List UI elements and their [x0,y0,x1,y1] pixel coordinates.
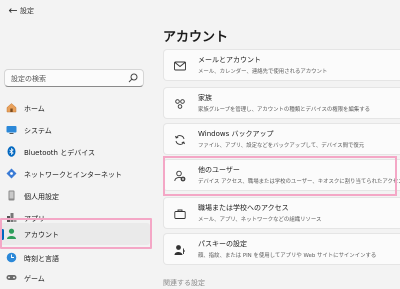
card-title: 職場または学校へのアクセス [198,204,289,212]
highlight-frame-accounts [0,218,152,249]
highlight-frame-other-users [163,156,397,196]
search-input[interactable] [9,70,125,88]
monitor-icon [6,126,17,134]
sidebar-item-bluetooth[interactable]: Bluetooth とデバイス [0,141,150,163]
game-controller-icon [6,275,17,280]
card-passkey-settings[interactable]: パスキーの設定 顔、指紋、または PIN を使用してアプリや Web サイトにサ… [163,233,400,265]
card-work-school-access[interactable]: 職場または学校へのアクセス メール、アプリ、ネットワークなどの組織リソース [163,197,400,229]
passkey-icon [174,245,185,255]
sidebar-item-network[interactable]: ネットワークとインターネット [0,163,150,185]
card-family[interactable]: 家族 家族グループを管理し、アカウントの種類とデバイスの権限を編集する [163,87,400,119]
card-description: メール、カレンダー、連絡先で使用されるアカウント [198,69,328,75]
search-box[interactable] [4,69,144,88]
briefcase-icon [174,209,186,219]
card-description: メール、アプリ、ネットワークなどの組織リソース [198,217,322,223]
family-icon [175,99,185,109]
card-title: パスキーの設定 [198,240,247,248]
globe-clock-icon [6,252,17,263]
back-arrow-icon[interactable]: ← [6,4,20,18]
sidebar-item-home[interactable]: ホーム [0,97,150,119]
search-icon[interactable] [128,73,138,83]
card-description: 家族グループを管理し、アカウントの種類とデバイスの権限を編集する [198,107,371,113]
home-icon [6,103,17,113]
sidebar-item-time-language[interactable]: 時刻と言語 [0,247,150,269]
sidebar-item-label: 個人用設定 [24,193,59,201]
sync-icon [175,135,185,145]
mail-icon [174,61,186,71]
pen-icon [8,190,15,201]
card-email-accounts[interactable]: メールとアカウント メール、カレンダー、連絡先で使用されるアカウント [163,49,400,81]
sidebar-item-personalization[interactable]: 個人用設定 [0,185,150,207]
bluetooth-icon [7,146,16,157]
card-title: Windows バックアップ [198,130,274,138]
sidebar-item-label: Bluetooth とデバイス [24,149,95,157]
sidebar-item-label: ネットワークとインターネット [24,171,122,179]
sidebar-item-label: ホーム [24,105,45,113]
sidebar-item-label: ゲーム [24,275,45,283]
card-windows-backup[interactable]: Windows バックアップ ファイル、アプリ、設定などをバックアップして、デバ… [163,123,400,155]
section-heading-related: 関連する設定 [163,279,205,287]
sidebar-item-label: 時刻と言語 [24,255,59,263]
card-title: メールとアカウント [198,56,261,64]
sidebar-item-gaming[interactable]: ゲーム [0,267,150,289]
title-bar: ← 設定 [0,0,400,22]
card-description: ファイル、アプリ、設定などをバックアップして、デバイス間で復元 [198,143,365,149]
sidebar-item-label: システム [24,127,52,135]
network-icon [6,168,17,179]
card-description: 顔、指紋、または PIN を使用してアプリや Web サイトにサインインする [198,253,377,259]
app-title: 設定 [20,7,34,15]
sidebar-item-system[interactable]: システム [0,119,150,141]
page-title: アカウント [163,30,229,45]
card-title: 家族 [198,94,212,102]
